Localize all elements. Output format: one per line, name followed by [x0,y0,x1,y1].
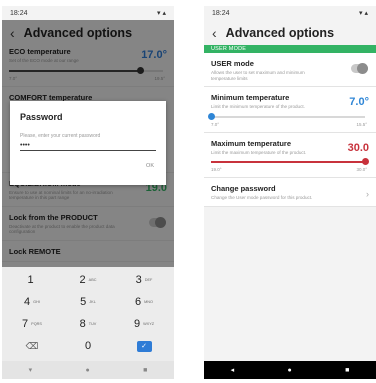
password-dialog: Password Please, enter your current pass… [10,101,166,185]
key-digit: 0 [84,340,92,352]
user-mode-toggle[interactable] [351,63,368,74]
slider-min-label: 7.0° [211,121,220,127]
row-description: Limit the minimum temperature of the pro… [211,104,305,109]
slider-range: 19.0° 30.0° [211,167,369,172]
status-icons: ▾ ▴ [359,10,368,17]
row-title: Minimum temperature [211,93,290,102]
key-4[interactable]: 4 GHI [6,293,58,311]
key-digit: 9 [133,318,141,330]
key-digit: 6 [135,296,142,308]
numeric-keypad: 1 2 ABC 3 DEF 4 GHI 5 JKL 6 MNO 7 PQRS 8 TUV 9W… [2,267,174,361]
nav-back-icon[interactable]: ◂ [231,366,235,374]
row-description: Change the User mode password for this p… [211,195,313,200]
slider-range: 7.0° 15.5° [211,122,369,127]
key-3[interactable]: 3 DEF [118,271,170,289]
row-description: Limit the maximum temperature of the pro… [211,149,307,155]
backspace-icon: ⌫ [25,340,39,351]
nav-recent-icon[interactable]: ■ [345,367,349,374]
phone-screen-left: 18:24 ▾ ▴ ‹ Advanced options ECO tempera… [2,6,174,379]
minimum-temperature-value: 7.0° [349,96,369,108]
key-digit: 5 [80,296,87,308]
key-digit: 1 [27,274,34,286]
slider-fill [211,161,365,163]
row-title: Change password [211,184,276,193]
key-letters: MNO [144,300,153,304]
status-bar: 18:24 ▾ ▴ [204,6,376,20]
status-time: 18:24 [10,9,28,17]
settings-list: USER mode Allows the user to set maximum… [204,53,376,207]
system-nav-bar: ◂ ● ■ [204,361,376,379]
system-nav-bar: ▾ ● ■ [2,361,174,379]
minimum-temperature-row: Minimum temperature Limit the minimum te… [204,87,376,133]
key-9[interactable]: 9 WXYZ [118,315,170,333]
row-description: Allows the user to set maximum and minim… [211,70,305,81]
key-6[interactable]: 6 MNO [118,293,170,311]
nav-home-icon[interactable]: ● [86,367,90,374]
slider-thumb[interactable] [362,158,369,165]
dialog-title: Password [20,112,63,122]
row-title: USER mode [211,59,254,68]
maximum-temperature-value: 30.0 [347,141,369,154]
done-key[interactable]: ✓ [118,337,170,355]
key-7[interactable]: 7 PQRS [6,315,58,333]
change-password-row[interactable]: Change password Change the User mode pas… [204,178,376,207]
phone-screen-right: 18:24 ▾ ▴ ‹ Advanced options USER MODE U… [204,6,376,379]
back-arrow-icon[interactable]: ‹ [212,25,217,41]
app-bar: ‹ Advanced options [204,20,376,45]
chevron-right-icon: › [366,189,369,199]
slider-track [211,115,365,118]
key-letters: JKL [89,300,96,304]
slider-max-label: 30.0° [356,167,367,172]
key-digit: 4 [24,296,31,308]
password-input[interactable] [20,140,156,151]
key-letters: PQRS [31,322,42,326]
checkmark-icon: ✓ [136,340,152,352]
status-time: 18:24 [212,9,230,17]
key-1[interactable]: 1 [6,271,58,289]
key-letters: GHI [33,300,40,304]
key-letters: DEF [144,278,153,282]
toggle-knob [357,63,368,74]
key-digit: 2 [79,274,86,286]
row-title: Maximum temperature [211,138,292,148]
status-icons: ▾ ▴ [157,10,166,17]
key-digit: 8 [79,318,86,330]
nav-recent-icon[interactable]: ■ [143,367,147,374]
maximum-temperature-row: Maximum temperature Limit the maximum te… [204,133,376,178]
slider-min-label: 19.0° [211,167,222,172]
slider-max-label: 15.5° [356,121,367,127]
dialog-label: Please, enter your current password [20,133,101,139]
key-digit: 3 [135,274,142,286]
nav-home-icon[interactable]: ● [288,367,292,374]
status-bar: 18:24 ▾ ▴ [2,6,174,20]
nav-back-icon[interactable]: ▾ [29,366,33,374]
user-mode-row: USER mode Allows the user to set maximum… [204,53,376,87]
key-digit: 7 [22,318,29,330]
section-header: USER MODE [204,45,376,53]
key-8[interactable]: 8 TUV [62,315,114,333]
key-letters: ABC [88,278,97,282]
page-title: Advanced options [225,25,335,40]
backspace-key[interactable]: ⌫ [6,337,58,355]
slider-thumb[interactable] [208,112,215,120]
key-5[interactable]: 5 JKL [62,293,114,311]
key-letters: WXYZ [143,322,155,326]
ok-button[interactable]: OK [146,163,154,169]
key-letters: TUV [88,322,97,326]
minimum-temperature-slider[interactable] [208,112,365,121]
key-2[interactable]: 2 ABC [62,271,114,289]
key-0[interactable]: 0 [62,337,114,355]
maximum-temperature-slider[interactable] [211,158,369,166]
